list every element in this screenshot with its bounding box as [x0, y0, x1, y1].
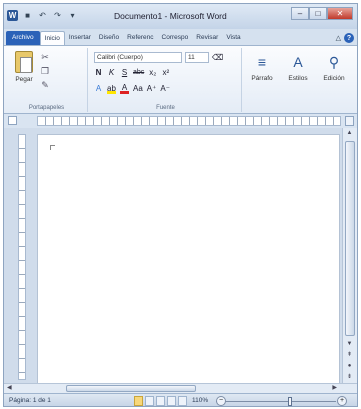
window-title: Documento1 - Microsoft Word	[114, 11, 227, 21]
tab-insertar[interactable]: Insertar	[65, 31, 95, 45]
highlight-button[interactable]: ab	[107, 84, 116, 94]
paste-label: Pegar	[15, 76, 33, 83]
vertical-ruler[interactable]	[18, 134, 26, 380]
grow-font-button[interactable]: A⁺	[147, 84, 157, 94]
text-effects-button[interactable]: A	[94, 84, 103, 94]
editing-button[interactable]: ⚲ Edición	[318, 53, 350, 82]
horizontal-scrollbar[interactable]: ◀ ▶	[4, 383, 357, 393]
scroll-up-icon[interactable]: ▲	[343, 128, 356, 139]
window-controls: – □ ✕	[291, 7, 353, 20]
paste-button[interactable]: Pegar	[12, 51, 36, 91]
ribbon: Pegar ✂ ❐ ✎ Portapapeles Calibri (Cuerpo…	[4, 45, 357, 114]
font-row-2: N K S abc x₂ x²	[94, 68, 170, 78]
maximize-button[interactable]: □	[309, 7, 327, 20]
ruler-row	[4, 114, 357, 128]
view-buttons	[134, 396, 187, 406]
draft-view-button[interactable]	[178, 396, 187, 406]
minimize-button[interactable]: –	[291, 7, 309, 20]
next-page-icon[interactable]: ⇟	[343, 372, 356, 383]
print-layout-view-button[interactable]	[134, 396, 143, 406]
ribbon-tabs: Archivo Inicio Insertar Diseño Referenc …	[4, 29, 357, 45]
web-layout-view-button[interactable]	[156, 396, 165, 406]
document-area	[4, 128, 344, 386]
word-logo-icon[interactable]: W	[7, 10, 18, 21]
prev-page-icon[interactable]: ⇞	[343, 350, 356, 361]
browse-object-icon[interactable]: ●	[343, 361, 356, 372]
clipboard-group-label: Portapapeles	[28, 105, 65, 111]
editing-label: Edición	[323, 75, 345, 82]
font-color-button[interactable]: A	[120, 84, 129, 94]
tab-revisar[interactable]: Revisar	[192, 31, 222, 45]
clear-format-icon[interactable]: ⌫	[212, 53, 223, 63]
tab-right-controls: △ ?	[336, 31, 357, 45]
paragraph-button[interactable]: ≡ Párrafo	[246, 53, 278, 82]
clipboard-group: Pegar ✂ ❐ ✎ Portapapeles	[6, 48, 88, 112]
zoom-out-icon[interactable]: −	[216, 396, 226, 406]
subscript-button[interactable]: x₂	[148, 68, 157, 78]
document-page[interactable]	[37, 134, 340, 386]
underline-button[interactable]: S	[120, 68, 129, 78]
superscript-button[interactable]: x²	[161, 68, 170, 78]
change-case-button[interactable]: Aa	[133, 84, 143, 94]
scroll-bottom-controls: ▼ ⇞ ● ⇟	[343, 339, 356, 383]
scroll-left-icon[interactable]: ◀	[7, 384, 12, 393]
styles-button[interactable]: A Estilos	[282, 53, 314, 82]
font-group: Calibri (Cuerpo) 11 ⌫ N K S abc x₂ x² A …	[90, 48, 242, 112]
status-bar: Página: 1 de 1 110% − +	[4, 393, 357, 406]
tab-diseno[interactable]: Diseño	[95, 31, 123, 45]
clipboard-small-buttons: ✂ ❐ ✎	[40, 52, 50, 90]
paste-icon	[15, 51, 33, 73]
shrink-font-button[interactable]: A⁻	[160, 84, 170, 94]
vertical-scrollbar[interactable]: ▲ ▼ ⇞ ● ⇟	[342, 128, 357, 383]
cut-icon[interactable]: ✂	[40, 52, 50, 62]
redo-icon[interactable]: ↷	[52, 10, 63, 21]
paragraph-icon: ≡	[257, 54, 267, 70]
margin-mark	[50, 145, 55, 150]
view-ruler-button[interactable]	[345, 116, 354, 126]
full-screen-view-button[interactable]	[145, 396, 154, 406]
close-button[interactable]: ✕	[327, 7, 353, 20]
format-painter-icon[interactable]: ✎	[40, 80, 50, 90]
tab-selector[interactable]	[8, 116, 17, 125]
minimize-ribbon-icon[interactable]: △	[336, 34, 341, 42]
quick-access-toolbar: W ■ ↶ ↷ ▾	[7, 10, 78, 21]
scroll-right-icon[interactable]: ▶	[332, 384, 337, 393]
word-window: W ■ ↶ ↷ ▾ Documento1 - Microsoft Word – …	[3, 3, 358, 407]
tab-correspondencia[interactable]: Correspo	[158, 31, 193, 45]
styles-label: Estilos	[288, 75, 308, 82]
binoculars-icon: ⚲	[328, 54, 340, 70]
italic-button[interactable]: K	[107, 68, 116, 78]
font-name-select[interactable]: Calibri (Cuerpo)	[94, 52, 182, 63]
zoom-slider-thumb[interactable]	[288, 397, 292, 406]
undo-icon[interactable]: ↶	[37, 10, 48, 21]
tab-inicio[interactable]: Inicio	[39, 31, 65, 45]
zoom-level[interactable]: 110%	[192, 397, 208, 404]
paragraph-styles-editing-group: ≡ Párrafo A Estilos ⚲ Edición	[244, 48, 357, 112]
tab-archivo[interactable]: Archivo	[6, 31, 40, 45]
zoom-slider[interactable]	[216, 401, 336, 402]
title-bar: W ■ ↶ ↷ ▾ Documento1 - Microsoft Word – …	[4, 4, 357, 29]
styles-icon: A	[293, 54, 303, 70]
help-icon[interactable]: ?	[344, 33, 354, 43]
tab-vista[interactable]: Vista	[222, 31, 244, 45]
tab-referencias[interactable]: Referenc	[123, 31, 157, 45]
font-row-3: A ab A Aa A⁺ A⁻	[94, 84, 170, 94]
copy-icon[interactable]: ❐	[40, 66, 50, 76]
horizontal-ruler[interactable]	[37, 116, 341, 126]
page-count[interactable]: Página: 1 de 1	[9, 397, 51, 404]
zoom-in-icon[interactable]: +	[337, 396, 347, 406]
scroll-down-icon[interactable]: ▼	[343, 339, 356, 350]
font-group-label: Fuente	[156, 105, 175, 111]
horizontal-scroll-thumb[interactable]	[66, 385, 196, 392]
font-row-1: Calibri (Cuerpo) 11 ⌫	[94, 52, 223, 63]
outline-view-button[interactable]	[167, 396, 176, 406]
strikethrough-button[interactable]: abc	[133, 68, 144, 78]
customize-icon[interactable]: ▾	[67, 10, 78, 21]
save-icon[interactable]: ■	[22, 10, 33, 21]
vertical-scroll-thumb[interactable]	[345, 141, 355, 336]
font-size-select[interactable]: 11	[185, 52, 209, 63]
bold-button[interactable]: N	[94, 68, 103, 78]
paragraph-label: Párrafo	[251, 75, 273, 82]
